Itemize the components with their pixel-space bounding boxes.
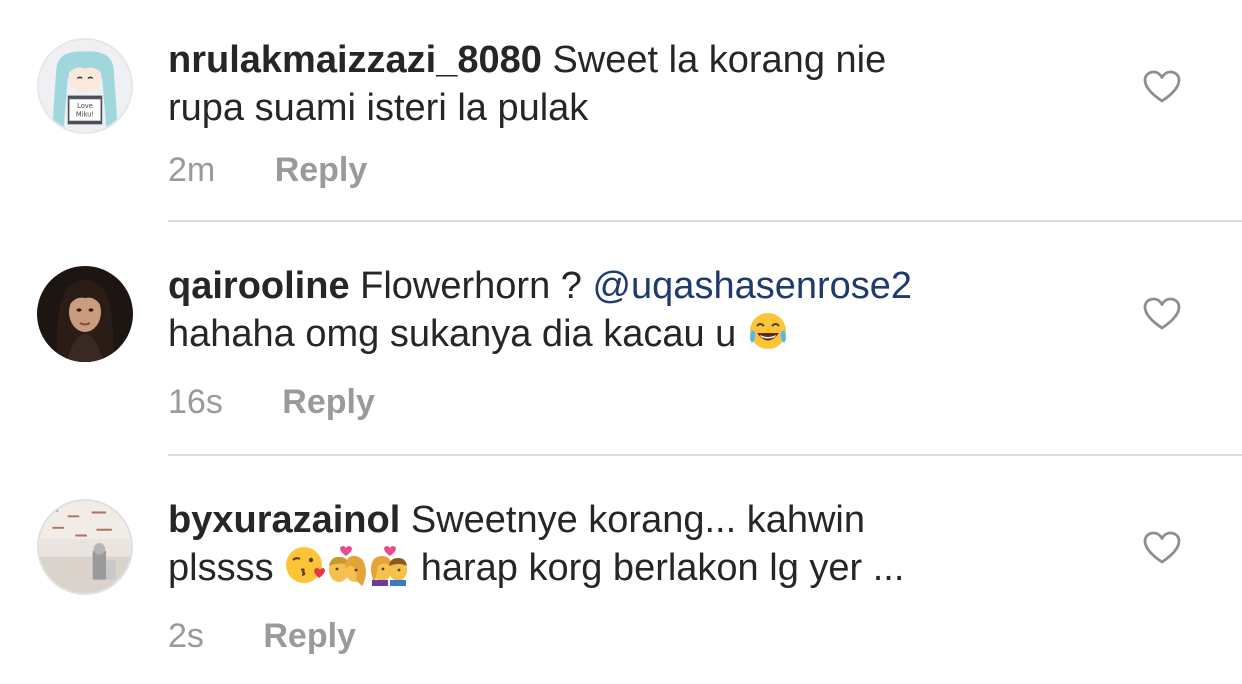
- comment-text: nrulakmaizzazi_8080 Sweet la korang nie …: [168, 36, 1088, 132]
- like-button[interactable]: [1143, 70, 1181, 104]
- comment-text: qairooline Flowerhorn ? @uqashasenrose2 …: [168, 262, 1088, 358]
- reply-button[interactable]: Reply: [263, 616, 356, 656]
- mention-link[interactable]: @uqashasenrose2: [592, 265, 912, 307]
- avatar[interactable]: [37, 266, 133, 362]
- comment-body: harap korg berlakon lg yer ...: [420, 547, 905, 589]
- comment-body: Sweet la korang nie: [552, 39, 887, 81]
- woman-portrait-avatar-icon: [37, 266, 133, 362]
- comment-username[interactable]: qairooline: [168, 265, 350, 307]
- face-with-tears-of-joy-icon: [747, 310, 789, 352]
- comment-username[interactable]: byxurazainol: [168, 499, 400, 541]
- comment-body: plssss: [168, 547, 274, 589]
- comment-meta: 2s Reply: [168, 616, 356, 656]
- heart-outline-icon: [1143, 70, 1181, 103]
- kiss-couple-icon: [326, 544, 368, 586]
- comment-meta: 16s Reply: [168, 382, 375, 422]
- comment-timestamp: 2s: [168, 617, 204, 655]
- divider: [168, 220, 1242, 222]
- comment-text: byxurazainol Sweetnye korang... kahwin p…: [168, 496, 1088, 592]
- like-button[interactable]: [1143, 297, 1181, 331]
- svg-text:Love: Love: [77, 102, 93, 110]
- room-photo-avatar-icon: [39, 501, 131, 593]
- comment-meta: 2m Reply: [168, 150, 367, 190]
- avatar[interactable]: [37, 499, 133, 595]
- comment-body: rupa suami isteri la pulak: [168, 87, 589, 129]
- reply-button[interactable]: Reply: [282, 382, 375, 422]
- comment-timestamp: 16s: [168, 383, 223, 421]
- like-button[interactable]: [1143, 531, 1181, 565]
- divider: [168, 454, 1242, 456]
- anime-girl-avatar-icon: Love Miku!: [39, 40, 131, 132]
- reply-button[interactable]: Reply: [275, 150, 368, 190]
- heart-outline-icon: [1143, 297, 1181, 330]
- comment-body: hahaha omg sukanya dia kacau u: [168, 313, 737, 355]
- comment-body: Sweetnye korang... kahwin: [410, 499, 866, 541]
- kiss-couple-icon: [368, 544, 410, 586]
- comment-username[interactable]: nrulakmaizzazi_8080: [168, 39, 542, 81]
- svg-text:Miku!: Miku!: [76, 111, 94, 119]
- comment-timestamp: 2m: [168, 151, 216, 189]
- heart-outline-icon: [1143, 531, 1181, 564]
- face-blowing-a-kiss-icon: [284, 544, 326, 586]
- avatar[interactable]: Love Miku!: [37, 38, 133, 134]
- comment-body: Flowerhorn ?: [360, 265, 593, 307]
